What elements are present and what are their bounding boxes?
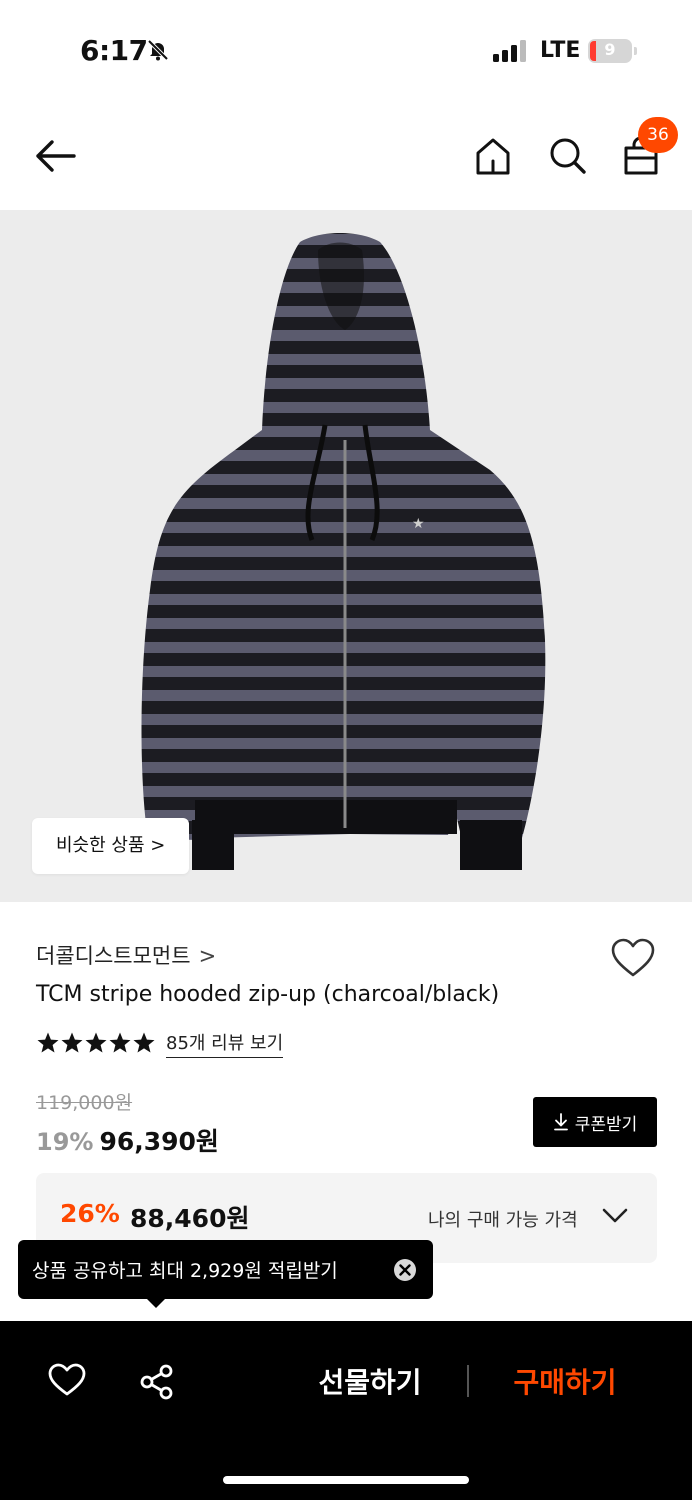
- home-indicator[interactable]: [223, 1476, 469, 1484]
- coupon-button[interactable]: 쿠폰받기: [533, 1097, 657, 1147]
- share-reward-tooltip: 상품 공유하고 최대 2,929원 적립받기: [18, 1240, 433, 1299]
- rating-stars: [36, 1031, 156, 1055]
- tooltip-tail: [146, 1298, 166, 1308]
- back-arrow-icon[interactable]: [32, 136, 78, 180]
- my-price-label: 나의 구매 가능 가격: [428, 1210, 578, 1231]
- price-row: 19% 96,390원: [36, 1122, 219, 1158]
- battery-tip: [634, 47, 637, 55]
- my-discount-rate: 26%: [60, 1199, 120, 1228]
- share-icon[interactable]: [138, 1363, 176, 1405]
- battery-icon: 9: [588, 39, 632, 63]
- product-title: TCM stripe hooded zip-up (charcoal/black…: [36, 982, 500, 1007]
- coupon-label: 쿠폰받기: [574, 1114, 638, 1135]
- tooltip-text: 상품 공유하고 최대 2,929원 적립받기: [32, 1260, 338, 1282]
- sale-price: 96,390원: [99, 1127, 219, 1156]
- hoodie-illustration: ★: [141, 233, 546, 870]
- divider: [467, 1365, 469, 1397]
- rating-row: 85개 리뷰 보기: [36, 1028, 284, 1058]
- cart-count-badge: 36: [638, 117, 678, 153]
- network-type: LTE: [540, 38, 581, 63]
- similar-products-button[interactable]: 비슷한 상품 >: [32, 818, 190, 874]
- chevron-down-icon[interactable]: [602, 1207, 628, 1229]
- bottom-action-bar: 선물하기 구매하기: [0, 1321, 692, 1500]
- buy-button[interactable]: 구매하기: [490, 1361, 640, 1401]
- discount-rate: 19%: [36, 1128, 94, 1156]
- status-bar: 6:17 LTE 9: [0, 0, 692, 100]
- close-icon[interactable]: [393, 1258, 417, 1286]
- status-time: 6:17: [80, 34, 148, 67]
- download-icon: [553, 1113, 568, 1131]
- my-price: 88,460원: [130, 1204, 250, 1233]
- top-nav: [0, 100, 692, 210]
- brand-link[interactable]: 더콜디스트모먼트 >: [36, 940, 216, 970]
- battery-level: 9: [604, 40, 616, 59]
- cellular-signal-icon: [493, 40, 527, 66]
- search-icon[interactable]: [548, 136, 588, 180]
- brand-name: 더콜디스트모먼트: [36, 944, 191, 968]
- review-link[interactable]: 85개 리뷰 보기: [166, 1029, 284, 1058]
- wishlist-heart-icon[interactable]: [610, 938, 656, 982]
- brand-chevron-icon: >: [198, 944, 217, 968]
- svg-text:★: ★: [412, 516, 425, 532]
- home-icon[interactable]: [474, 136, 512, 180]
- star-rating-icon: [37, 1032, 155, 1053]
- product-image[interactable]: ★ 비슷한 상품 >: [0, 210, 692, 902]
- heart-icon[interactable]: [48, 1363, 86, 1401]
- original-price: 119,000원: [36, 1092, 133, 1114]
- gift-button[interactable]: 선물하기: [290, 1361, 450, 1401]
- silent-bell-icon: [146, 38, 170, 66]
